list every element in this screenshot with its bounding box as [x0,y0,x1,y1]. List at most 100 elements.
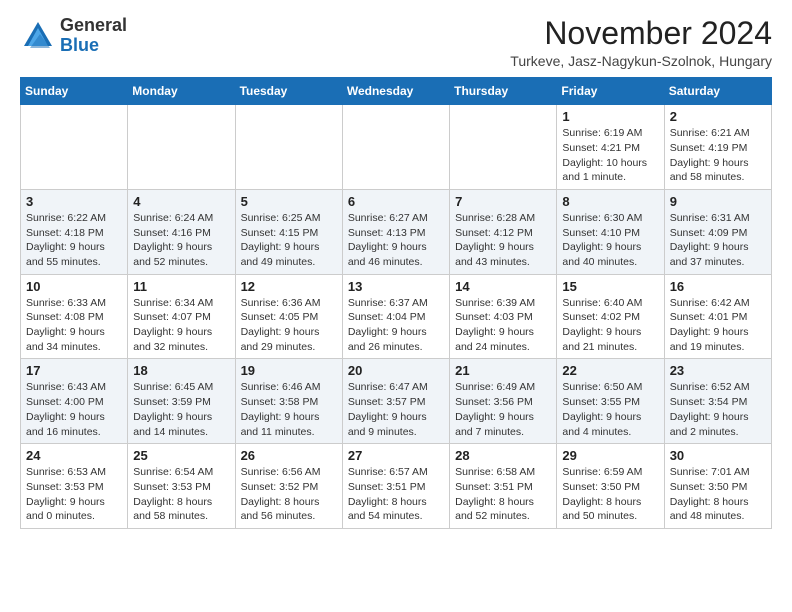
calendar-cell: 6 Sunrise: 6:27 AM Sunset: 4:13 PM Daylig… [342,189,449,274]
day-info: Sunrise: 6:30 AM Sunset: 4:10 PM Dayligh… [562,211,658,270]
day-info: Sunrise: 6:59 AM Sunset: 3:50 PM Dayligh… [562,465,658,524]
day-number: 20 [348,363,444,378]
day-info: Sunrise: 6:56 AM Sunset: 3:52 PM Dayligh… [241,465,337,524]
calendar-cell: 27 Sunrise: 6:57 AM Sunset: 3:51 PM Dayli… [342,444,449,529]
calendar-week-2: 3 Sunrise: 6:22 AM Sunset: 4:18 PM Daylig… [21,189,772,274]
day-number: 16 [670,279,766,294]
month-title: November 2024 [510,16,772,51]
calendar-cell [128,105,235,190]
title-block: November 2024 Turkeve, Jasz-Nagykun-Szol… [510,16,772,69]
day-info: Sunrise: 6:27 AM Sunset: 4:13 PM Dayligh… [348,211,444,270]
calendar-week-5: 24 Sunrise: 6:53 AM Sunset: 3:53 PM Dayli… [21,444,772,529]
calendar-cell: 29Sunrise: 6:59 AM Sunset: 3:50 PM Dayli… [557,444,664,529]
calendar-cell: 12 Sunrise: 6:36 AM Sunset: 4:05 PM Dayli… [235,274,342,359]
calendar-cell: 4 Sunrise: 6:24 AM Sunset: 4:16 PM Daylig… [128,189,235,274]
logo-general-text: General [60,15,127,35]
day-info: Sunrise: 6:31 AM Sunset: 4:09 PM Dayligh… [670,211,766,270]
day-info: Sunrise: 6:21 AM Sunset: 4:19 PM Dayligh… [670,126,766,185]
calendar-table: SundayMondayTuesdayWednesdayThursdayFrid… [20,77,772,529]
day-info: Sunrise: 6:33 AM Sunset: 4:08 PM Dayligh… [26,296,122,355]
day-number: 24 [26,448,122,463]
day-number: 2 [670,109,766,124]
day-number: 12 [241,279,337,294]
calendar-cell: 19 Sunrise: 6:46 AM Sunset: 3:58 PM Dayli… [235,359,342,444]
day-info: Sunrise: 6:58 AM Sunset: 3:51 PM Dayligh… [455,465,551,524]
calendar-week-3: 10 Sunrise: 6:33 AM Sunset: 4:08 PM Dayli… [21,274,772,359]
day-info: Sunrise: 6:52 AM Sunset: 3:54 PM Dayligh… [670,380,766,439]
weekday-header-tuesday: Tuesday [235,78,342,105]
calendar-cell: 11 Sunrise: 6:34 AM Sunset: 4:07 PM Dayli… [128,274,235,359]
calendar-cell [21,105,128,190]
day-info: Sunrise: 6:36 AM Sunset: 4:05 PM Dayligh… [241,296,337,355]
day-number: 27 [348,448,444,463]
day-number: 3 [26,194,122,209]
calendar-cell: 20 Sunrise: 6:47 AM Sunset: 3:57 PM Dayli… [342,359,449,444]
day-info: Sunrise: 6:42 AM Sunset: 4:01 PM Dayligh… [670,296,766,355]
logo: General Blue [20,16,127,56]
day-info: Sunrise: 6:43 AM Sunset: 4:00 PM Dayligh… [26,380,122,439]
weekday-header-monday: Monday [128,78,235,105]
calendar-cell: 22 Sunrise: 6:50 AM Sunset: 3:55 PM Dayli… [557,359,664,444]
day-number: 14 [455,279,551,294]
calendar-cell: 13Sunrise: 6:37 AM Sunset: 4:04 PM Dayli… [342,274,449,359]
day-info: Sunrise: 6:45 AM Sunset: 3:59 PM Dayligh… [133,380,229,439]
page: General Blue November 2024 Turkeve, Jasz… [0,0,792,545]
day-info: Sunrise: 6:50 AM Sunset: 3:55 PM Dayligh… [562,380,658,439]
calendar-cell: 7 Sunrise: 6:28 AM Sunset: 4:12 PM Daylig… [450,189,557,274]
calendar-cell: 10 Sunrise: 6:33 AM Sunset: 4:08 PM Dayli… [21,274,128,359]
calendar-cell [342,105,449,190]
day-info: Sunrise: 6:53 AM Sunset: 3:53 PM Dayligh… [26,465,122,524]
day-info: Sunrise: 6:34 AM Sunset: 4:07 PM Dayligh… [133,296,229,355]
weekday-header-row: SundayMondayTuesdayWednesdayThursdayFrid… [21,78,772,105]
calendar-cell: 15Sunrise: 6:40 AM Sunset: 4:02 PM Dayli… [557,274,664,359]
calendar-header: SundayMondayTuesdayWednesdayThursdayFrid… [21,78,772,105]
day-info: Sunrise: 6:28 AM Sunset: 4:12 PM Dayligh… [455,211,551,270]
day-info: Sunrise: 7:01 AM Sunset: 3:50 PM Dayligh… [670,465,766,524]
day-number: 10 [26,279,122,294]
location-subtitle: Turkeve, Jasz-Nagykun-Szolnok, Hungary [510,53,772,69]
calendar-cell: 5Sunrise: 6:25 AM Sunset: 4:15 PM Daylig… [235,189,342,274]
day-number: 9 [670,194,766,209]
calendar-cell: 24 Sunrise: 6:53 AM Sunset: 3:53 PM Dayli… [21,444,128,529]
day-number: 18 [133,363,229,378]
day-info: Sunrise: 6:24 AM Sunset: 4:16 PM Dayligh… [133,211,229,270]
day-info: Sunrise: 6:57 AM Sunset: 3:51 PM Dayligh… [348,465,444,524]
day-info: Sunrise: 6:54 AM Sunset: 3:53 PM Dayligh… [133,465,229,524]
day-number: 11 [133,279,229,294]
calendar-cell: 21Sunrise: 6:49 AM Sunset: 3:56 PM Dayli… [450,359,557,444]
day-info: Sunrise: 6:49 AM Sunset: 3:56 PM Dayligh… [455,380,551,439]
calendar-cell: 16 Sunrise: 6:42 AM Sunset: 4:01 PM Dayli… [664,274,771,359]
day-number: 26 [241,448,337,463]
day-number: 19 [241,363,337,378]
day-number: 1 [562,109,658,124]
calendar-week-1: 1Sunrise: 6:19 AM Sunset: 4:21 PM Daylig… [21,105,772,190]
weekday-header-sunday: Sunday [21,78,128,105]
day-number: 22 [562,363,658,378]
day-number: 7 [455,194,551,209]
day-number: 30 [670,448,766,463]
day-info: Sunrise: 6:47 AM Sunset: 3:57 PM Dayligh… [348,380,444,439]
day-number: 25 [133,448,229,463]
calendar-cell: 3 Sunrise: 6:22 AM Sunset: 4:18 PM Daylig… [21,189,128,274]
weekday-header-thursday: Thursday [450,78,557,105]
weekday-header-friday: Friday [557,78,664,105]
calendar-cell: 2 Sunrise: 6:21 AM Sunset: 4:19 PM Daylig… [664,105,771,190]
calendar-week-4: 17 Sunrise: 6:43 AM Sunset: 4:00 PM Dayli… [21,359,772,444]
logo-text: General Blue [60,16,127,56]
calendar-cell: 26 Sunrise: 6:56 AM Sunset: 3:52 PM Dayli… [235,444,342,529]
day-number: 28 [455,448,551,463]
calendar-cell [450,105,557,190]
day-number: 15 [562,279,658,294]
calendar-cell: 14 Sunrise: 6:39 AM Sunset: 4:03 PM Dayli… [450,274,557,359]
weekday-header-saturday: Saturday [664,78,771,105]
calendar-cell: 30 Sunrise: 7:01 AM Sunset: 3:50 PM Dayli… [664,444,771,529]
day-number: 5 [241,194,337,209]
day-info: Sunrise: 6:46 AM Sunset: 3:58 PM Dayligh… [241,380,337,439]
day-number: 8 [562,194,658,209]
calendar-cell: 28 Sunrise: 6:58 AM Sunset: 3:51 PM Dayli… [450,444,557,529]
day-info: Sunrise: 6:39 AM Sunset: 4:03 PM Dayligh… [455,296,551,355]
day-info: Sunrise: 6:22 AM Sunset: 4:18 PM Dayligh… [26,211,122,270]
day-number: 4 [133,194,229,209]
day-number: 17 [26,363,122,378]
day-number: 6 [348,194,444,209]
